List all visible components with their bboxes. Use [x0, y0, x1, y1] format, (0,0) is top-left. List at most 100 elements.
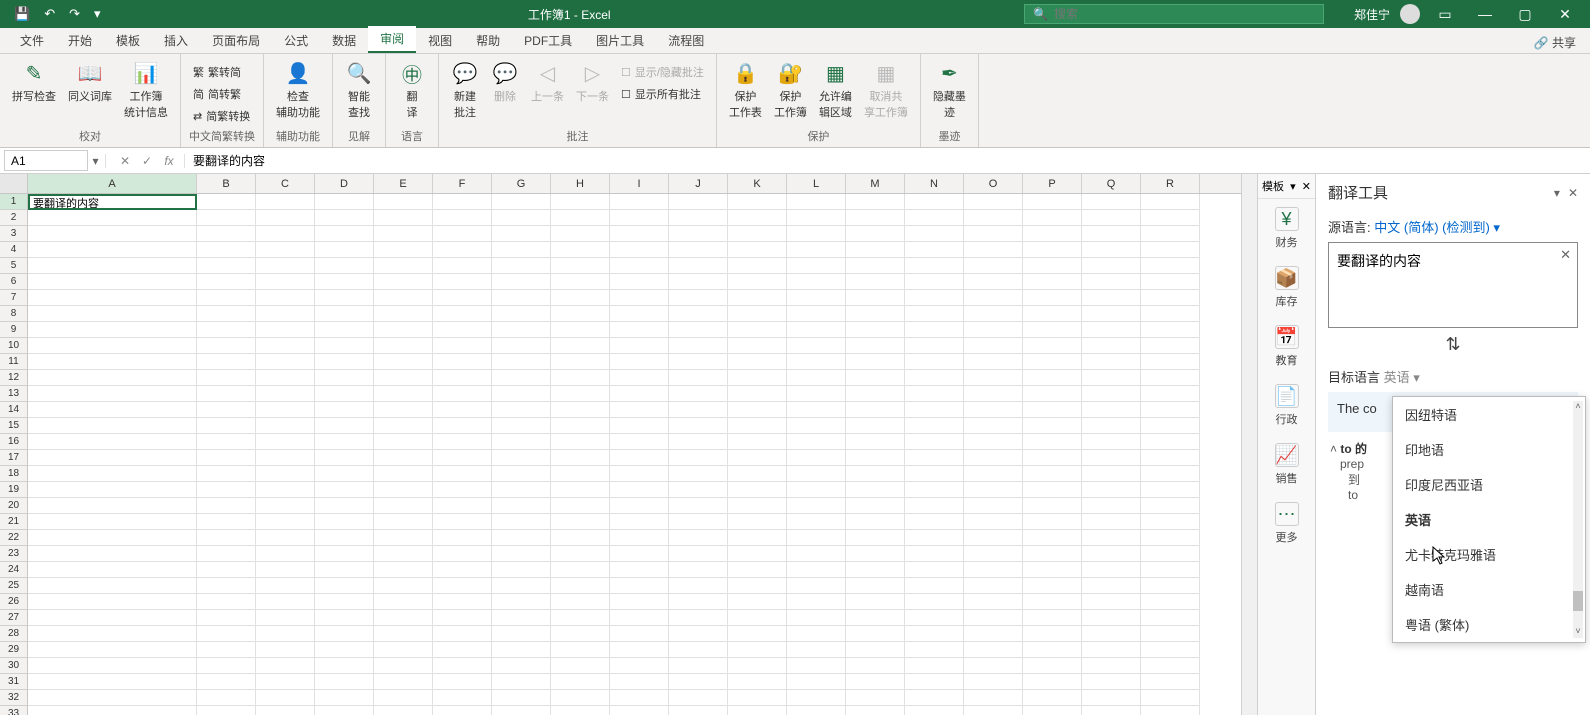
cell[interactable] — [551, 242, 610, 258]
cell[interactable] — [728, 434, 787, 450]
cell[interactable] — [28, 530, 197, 546]
cell[interactable] — [1141, 434, 1200, 450]
tab-home[interactable]: 开始 — [56, 28, 104, 53]
cell[interactable] — [433, 354, 492, 370]
undo-icon[interactable]: ↶ — [40, 4, 59, 24]
cell[interactable] — [374, 690, 433, 706]
cell[interactable] — [197, 482, 256, 498]
lang-option[interactable]: 尤卡特克玛雅语 — [1393, 537, 1585, 572]
cell[interactable] — [846, 674, 905, 690]
cell[interactable] — [905, 258, 964, 274]
cell[interactable] — [787, 338, 846, 354]
col-header-F[interactable]: F — [433, 174, 492, 193]
cell[interactable] — [28, 610, 197, 626]
cell[interactable] — [433, 306, 492, 322]
cell[interactable] — [551, 594, 610, 610]
cell[interactable] — [197, 626, 256, 642]
cell[interactable] — [256, 626, 315, 642]
cell[interactable] — [197, 226, 256, 242]
cell[interactable] — [1082, 594, 1141, 610]
cell[interactable] — [905, 658, 964, 674]
collapse-icon[interactable]: ˄ — [1330, 442, 1337, 456]
cell[interactable] — [374, 322, 433, 338]
translate-button[interactable]: ㊥翻 译 — [394, 58, 430, 122]
cell[interactable] — [964, 354, 1023, 370]
cell[interactable] — [256, 370, 315, 386]
cell[interactable] — [197, 642, 256, 658]
cell[interactable] — [1141, 530, 1200, 546]
row-header[interactable]: 5 — [0, 258, 28, 274]
cell[interactable] — [492, 546, 551, 562]
cell[interactable] — [610, 594, 669, 610]
col-header-M[interactable]: M — [846, 174, 905, 193]
cell[interactable] — [1082, 306, 1141, 322]
cell[interactable] — [256, 418, 315, 434]
panel-close-icon[interactable]: ✕ — [1568, 186, 1578, 200]
cell[interactable] — [197, 386, 256, 402]
cell[interactable] — [315, 530, 374, 546]
cell[interactable] — [315, 578, 374, 594]
cell[interactable] — [1023, 578, 1082, 594]
row-header[interactable]: 3 — [0, 226, 28, 242]
col-header-B[interactable]: B — [197, 174, 256, 193]
cell[interactable] — [28, 498, 197, 514]
cell[interactable] — [905, 338, 964, 354]
cell[interactable] — [433, 530, 492, 546]
scroll-up-icon[interactable]: ˄ — [1573, 401, 1583, 413]
cell[interactable] — [315, 306, 374, 322]
cell[interactable] — [610, 450, 669, 466]
cell[interactable] — [256, 354, 315, 370]
cell[interactable] — [846, 658, 905, 674]
cell[interactable] — [610, 658, 669, 674]
search-box[interactable]: 🔍 — [1024, 4, 1324, 24]
cell[interactable] — [256, 322, 315, 338]
cell[interactable] — [256, 194, 315, 210]
cell[interactable] — [1023, 642, 1082, 658]
cell[interactable] — [433, 658, 492, 674]
cell[interactable] — [905, 626, 964, 642]
cell[interactable] — [433, 562, 492, 578]
cell[interactable] — [197, 466, 256, 482]
cell[interactable] — [492, 498, 551, 514]
trad-to-simp-button[interactable]: 繁 繁转简 — [189, 62, 255, 82]
cell[interactable] — [669, 322, 728, 338]
cell[interactable] — [433, 546, 492, 562]
cell[interactable] — [787, 594, 846, 610]
cell[interactable] — [256, 450, 315, 466]
new-comment-button[interactable]: 💬新建 批注 — [447, 58, 483, 122]
cell[interactable] — [433, 594, 492, 610]
cell[interactable] — [374, 434, 433, 450]
cell[interactable] — [1141, 482, 1200, 498]
cell[interactable] — [964, 226, 1023, 242]
cell[interactable] — [964, 498, 1023, 514]
cell[interactable] — [1023, 482, 1082, 498]
cell[interactable] — [846, 258, 905, 274]
target-language-dropdown[interactable]: 英语 ▾ — [1384, 370, 1420, 385]
cell[interactable] — [315, 594, 374, 610]
cell[interactable] — [1082, 418, 1141, 434]
cell[interactable] — [1082, 498, 1141, 514]
cell[interactable] — [905, 610, 964, 626]
cell[interactable] — [28, 386, 197, 402]
cell[interactable] — [1141, 658, 1200, 674]
cell[interactable] — [551, 482, 610, 498]
cell[interactable] — [787, 370, 846, 386]
col-header-D[interactable]: D — [315, 174, 374, 193]
delete-comment-button[interactable]: 💬删除 — [487, 58, 523, 106]
cell[interactable] — [728, 674, 787, 690]
cell[interactable] — [1023, 514, 1082, 530]
spreadsheet[interactable]: A B C D E F G H I J K L M N O P Q R 1要翻译… — [0, 174, 1241, 715]
cell[interactable] — [1023, 386, 1082, 402]
row-header[interactable]: 24 — [0, 562, 28, 578]
cell[interactable] — [433, 242, 492, 258]
cell[interactable] — [905, 274, 964, 290]
cell[interactable] — [551, 370, 610, 386]
cell[interactable] — [964, 258, 1023, 274]
chinese-convert-button[interactable]: ⇄ 简繁转换 — [189, 106, 255, 126]
cell[interactable] — [256, 498, 315, 514]
cell[interactable] — [551, 466, 610, 482]
cell[interactable] — [669, 306, 728, 322]
cell[interactable] — [492, 370, 551, 386]
cell[interactable] — [1141, 546, 1200, 562]
cell[interactable] — [964, 482, 1023, 498]
